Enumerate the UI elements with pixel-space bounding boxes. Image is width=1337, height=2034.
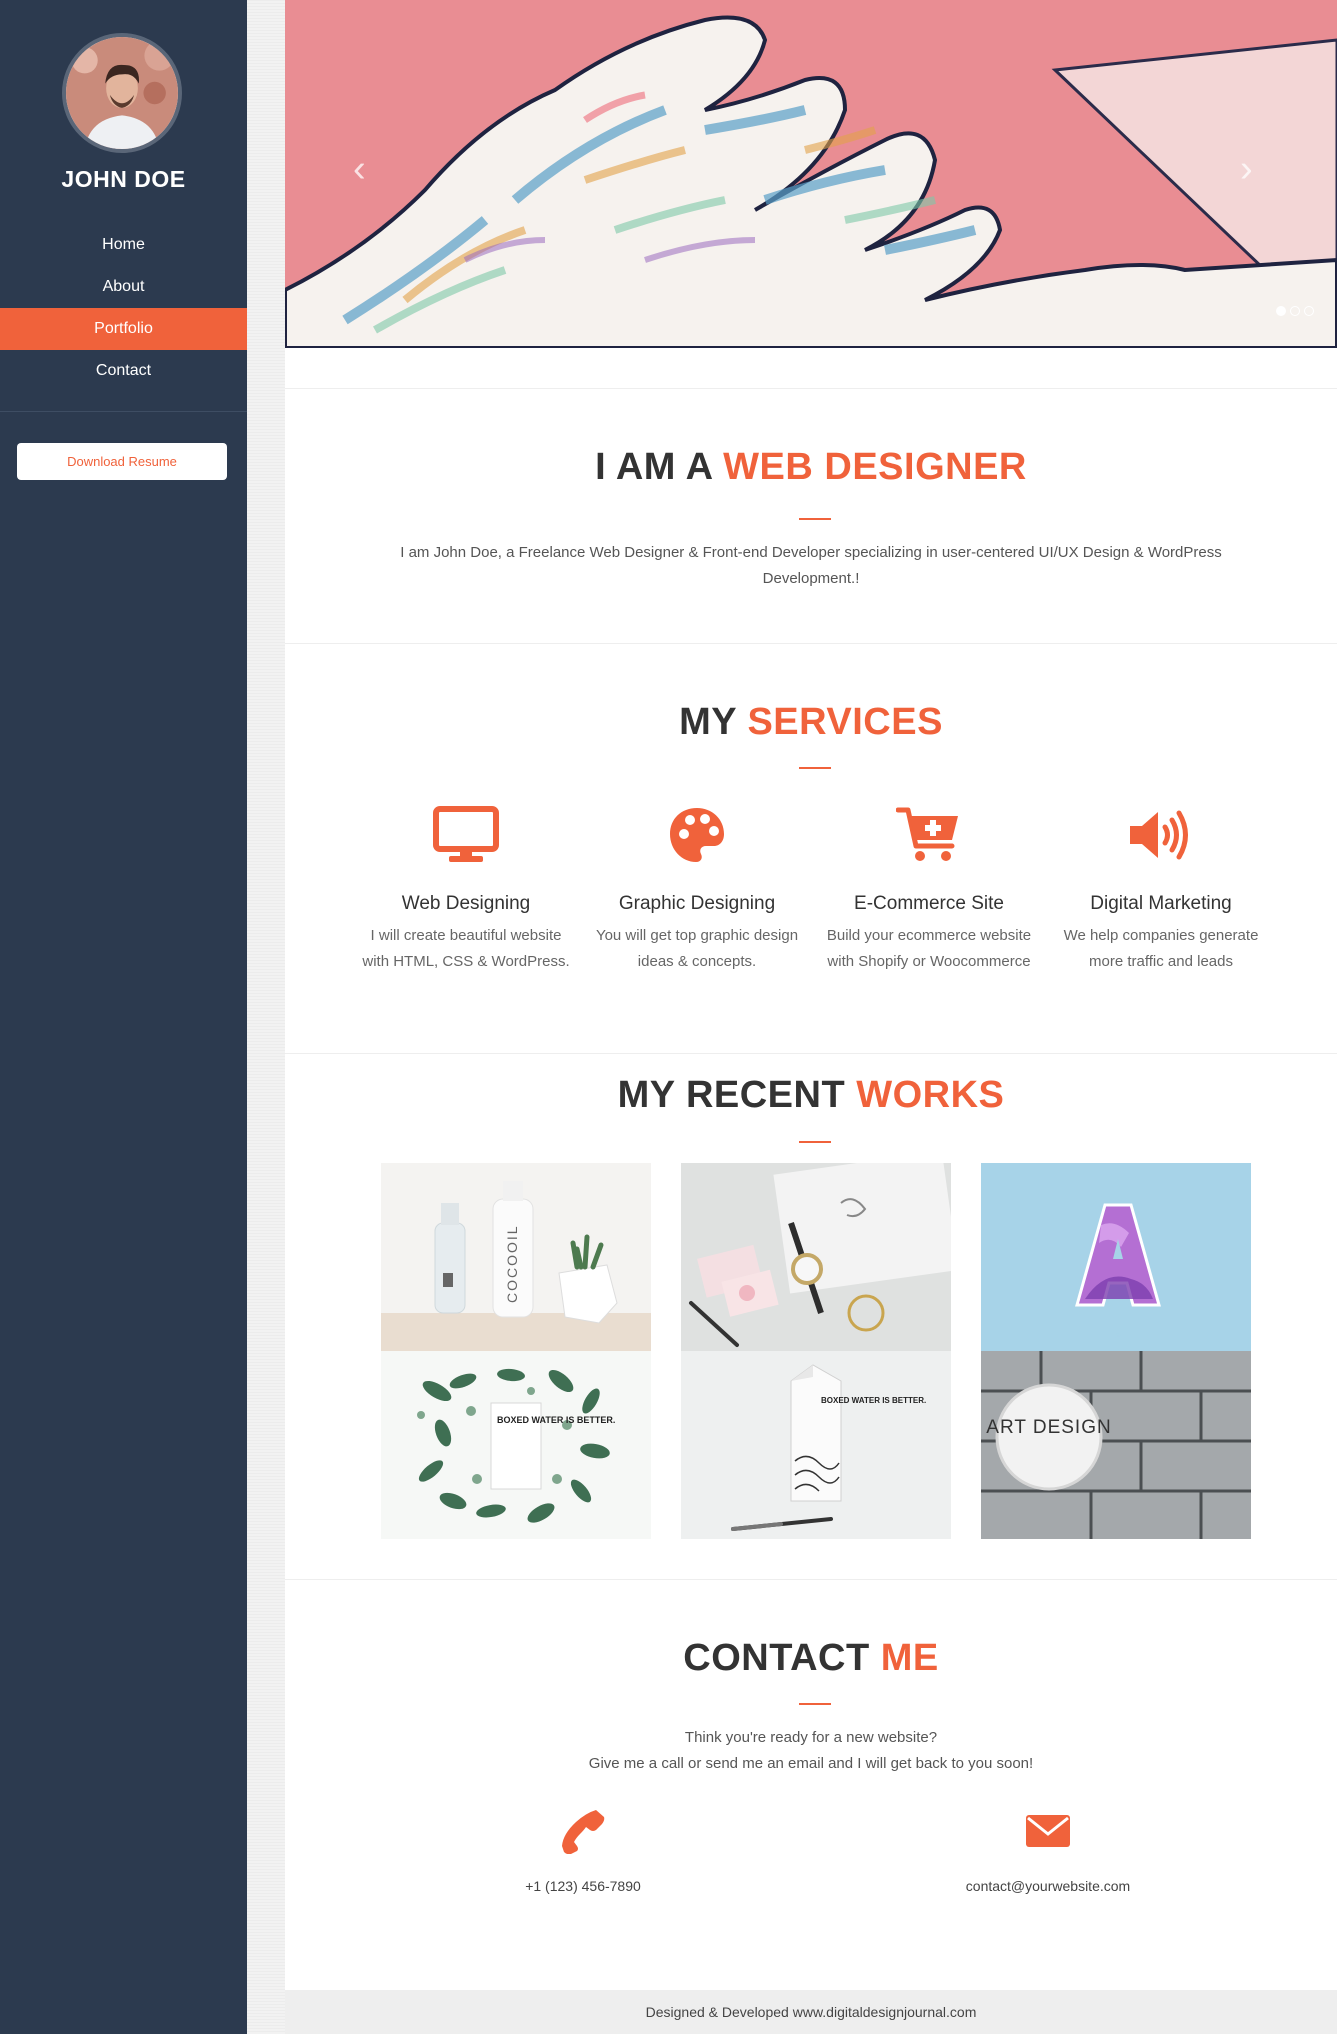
contact-email[interactable]: contact@yourwebsite.com (918, 1805, 1178, 1894)
services-title-plain: MY (679, 701, 748, 743)
service-title: Graphic Designing (618, 893, 776, 914)
slider-dot-3[interactable] (1304, 306, 1314, 316)
contact-phone[interactable]: +1 (123) 456-7890 (453, 1805, 713, 1894)
service-title: Web Designing (401, 893, 531, 914)
footer: Designed & Developed www.digitaldesignjo… (285, 1990, 1337, 2034)
avatar-photo (66, 37, 178, 149)
contact-title-highlight: ME (880, 1637, 939, 1679)
works-title-highlight: WORKS (856, 1074, 1005, 1116)
services-title: MY SERVICES (285, 701, 1337, 744)
work-image: BOXED WATER IS BETTER. (681, 1351, 951, 1539)
work-image: COCOOIL (381, 1163, 651, 1351)
contact-underline (799, 1703, 831, 1705)
service-text: You will get top graphic design ideas & … (595, 927, 799, 970)
work-item-bottles[interactable]: COCOOIL (381, 1163, 651, 1351)
contact-email-text: contact@yourwebsite.com (965, 1878, 1131, 1894)
works-title: MY RECENT WORKS (285, 1074, 1337, 1117)
bottle-label: COCOOIL (504, 1224, 520, 1303)
work-item-art-design[interactable]: ART DESIGN (981, 1351, 1251, 1539)
boxed-water-text: BOXED WATER IS BETTER. (497, 1415, 615, 1425)
phone-icon (453, 1805, 713, 1857)
slider-prev-arrow[interactable]: ‹ (353, 150, 366, 188)
background-gutter (247, 0, 285, 2034)
section-divider (285, 1579, 1337, 1580)
service-title: E-Commerce Site (854, 893, 1004, 914)
main-content: ‹ › I AM A WEB DESIGNER I am John Doe, a… (285, 0, 1337, 2034)
service-text: I will create beautiful website with HTM… (362, 927, 570, 970)
contact-title-plain: CONTACT (683, 1637, 881, 1679)
nav-item-about[interactable]: About (0, 266, 247, 308)
service-graphic-designing: Graphic Designing You will get top graph… (592, 800, 802, 975)
intro-title-plain: I AM A (595, 446, 724, 488)
hero-slider: ‹ › (285, 0, 1337, 348)
contact-phone-text: +1 (123) 456-7890 (525, 1878, 641, 1894)
sidebar-divider (0, 411, 247, 412)
work-image (681, 1163, 951, 1351)
monitor-icon (361, 800, 571, 870)
work-item-letter-a[interactable]: A (981, 1163, 1251, 1351)
service-ecommerce: E-Commerce Site Build your ecommerce web… (824, 800, 1034, 975)
sidebar-nav: Home About Portfolio Contact (0, 224, 247, 392)
service-text: We help companies generate more traffic … (1063, 927, 1259, 970)
service-title: Digital Marketing (1090, 893, 1232, 914)
work-item-leaves[interactable]: BOXED WATER IS BETTER. (381, 1351, 651, 1539)
slider-dots (1276, 306, 1314, 316)
slider-next-arrow[interactable]: › (1240, 150, 1253, 188)
intro-title: I AM A WEB DESIGNER (285, 446, 1337, 489)
art-design-text: ART DESIGN (986, 1417, 1111, 1438)
section-divider (285, 643, 1337, 644)
sidebar: JOHN DOE Home About Portfolio Contact Do… (0, 0, 247, 2034)
contact-text: Think you're ready for a new website? Gi… (285, 1725, 1337, 1777)
profile-name: JOHN DOE (61, 166, 186, 192)
works-underline (799, 1141, 831, 1143)
intro-title-highlight: WEB DESIGNER (723, 446, 1027, 488)
megaphone-icon (1056, 800, 1266, 870)
avatar (62, 33, 182, 153)
work-image: ART DESIGN (981, 1351, 1251, 1539)
contact-line-2: Give me a call or send me an email and I… (588, 1755, 1034, 1772)
slider-dot-1[interactable] (1276, 306, 1286, 316)
hero-artwork (285, 0, 1337, 348)
nav-item-portfolio[interactable]: Portfolio (0, 308, 247, 350)
intro-text: I am John Doe, a Freelance Web Designer … (400, 544, 1222, 587)
intro-underline (799, 518, 831, 520)
nav-item-home[interactable]: Home (0, 224, 247, 266)
services-underline (799, 767, 831, 769)
download-resume-button[interactable]: Download Resume (17, 443, 227, 480)
contact-title: CONTACT ME (285, 1637, 1337, 1680)
carton-text: BOXED WATER IS BETTER. (821, 1396, 926, 1405)
service-web-designing: Web Designing I will create beautiful we… (361, 800, 571, 975)
services-title-highlight: SERVICES (747, 701, 943, 743)
cart-icon (824, 800, 1034, 870)
works-title-plain: MY RECENT (617, 1074, 857, 1116)
slider-dot-2[interactable] (1290, 306, 1300, 316)
palette-icon (592, 800, 802, 870)
work-image: A (981, 1163, 1251, 1351)
nav-item-contact[interactable]: Contact (0, 350, 247, 392)
letter-a-text: A (1115, 1330, 1122, 1341)
service-text: Build your ecommerce website with Shopif… (826, 927, 1032, 970)
section-divider (285, 1053, 1337, 1054)
work-item-carton[interactable]: BOXED WATER IS BETTER. (681, 1351, 951, 1539)
envelope-icon (918, 1805, 1178, 1857)
work-item-flatlay[interactable] (681, 1163, 951, 1351)
section-divider (285, 388, 1337, 389)
work-image: BOXED WATER IS BETTER. (381, 1351, 651, 1539)
service-digital-marketing: Digital Marketing We help companies gene… (1056, 800, 1266, 975)
contact-line-1: Think you're ready for a new website? (684, 1729, 938, 1746)
